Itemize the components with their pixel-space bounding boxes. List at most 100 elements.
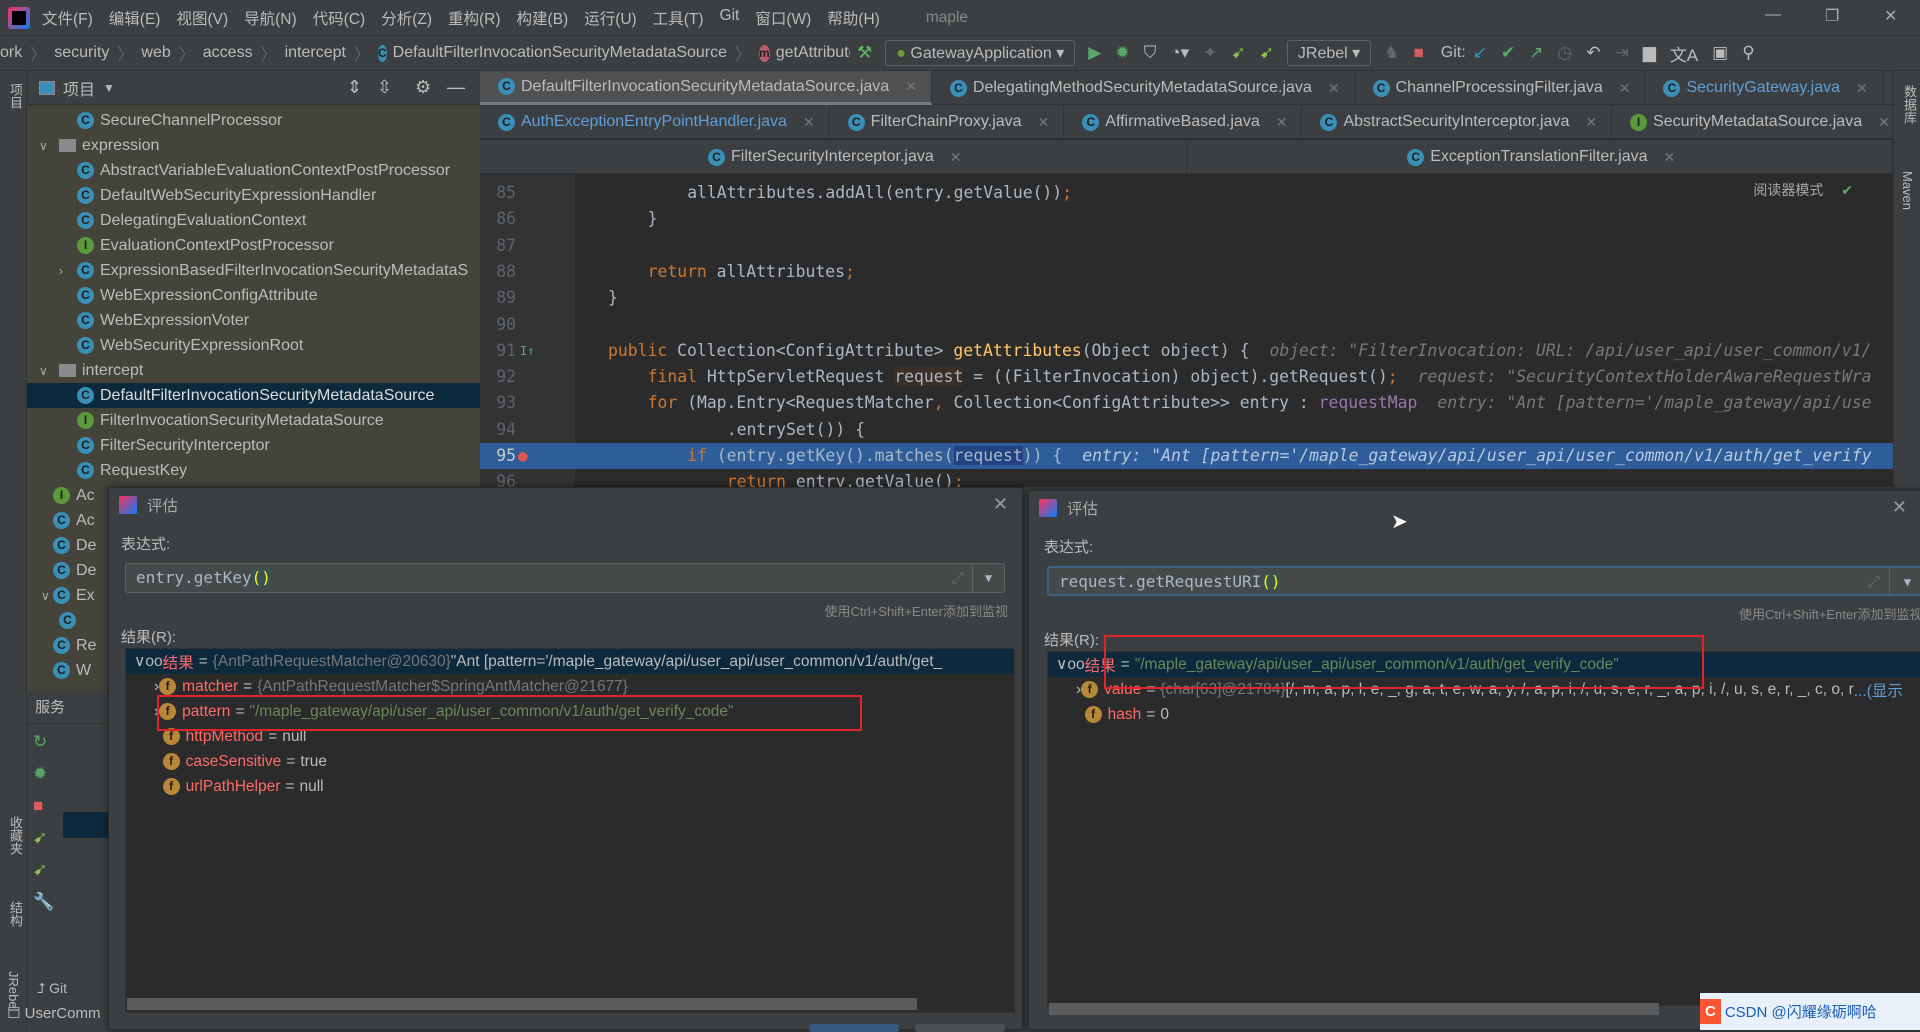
minimize-icon[interactable]: — bbox=[1765, 6, 1781, 24]
expression-input[interactable]: request.getRequestURI() ⤢ ▼ bbox=[1047, 566, 1920, 596]
editor-tab[interactable]: C ChannelProcessingFilter.java ✕ bbox=[1355, 71, 1646, 105]
expand-icon[interactable]: ⤢ bbox=[951, 564, 964, 592]
history-dropdown-icon[interactable]: ▼ bbox=[972, 564, 1004, 592]
editor-tab[interactable]: I SecurityMetadataSource.java ✕ bbox=[1612, 105, 1905, 139]
jrebel-dropdown[interactable]: JRebel ▾ bbox=[1286, 40, 1372, 66]
result-row[interactable]: f hash = 0 bbox=[1048, 702, 1920, 727]
hide-panel-icon[interactable]: — bbox=[447, 77, 465, 98]
code-line[interactable]: 89} bbox=[480, 285, 1893, 311]
git-update-icon[interactable]: ↙ bbox=[1473, 43, 1487, 63]
tab-close-icon[interactable]: ✕ bbox=[1856, 80, 1868, 97]
editor-tab[interactable]: C FilterSecurityInterceptor.java ✕ bbox=[480, 140, 1187, 174]
tree-item[interactable]: I FilterInvocationSecurityMetadataSource bbox=[27, 408, 480, 433]
menu-item[interactable]: 分析(Z) bbox=[381, 7, 432, 29]
expression-input[interactable]: entry.getKey() ⤢ ▼ bbox=[125, 563, 1005, 593]
menu-item[interactable]: 代码(C) bbox=[313, 7, 366, 29]
search-icon[interactable]: ⚲ bbox=[1742, 43, 1754, 63]
menu-item[interactable]: 帮助(H) bbox=[827, 7, 880, 29]
tab-close-icon[interactable]: ✕ bbox=[803, 114, 815, 131]
profile-icon[interactable]: ◔▾ bbox=[1170, 43, 1189, 63]
tree-item[interactable]: C DelegatingEvaluationContext bbox=[27, 208, 480, 233]
result-row[interactable]: f caseSensitive = true bbox=[126, 749, 1014, 774]
code-area[interactable]: 阅读器模式 ✔ 85 allAttributes.addAll(entry.get… bbox=[480, 174, 1893, 487]
wrench-icon[interactable]: 🔧 bbox=[33, 892, 54, 912]
breakpoint-icon[interactable]: ● bbox=[518, 443, 528, 469]
horizontal-scrollbar[interactable] bbox=[127, 998, 917, 1010]
breadcrumb-item[interactable]: ork bbox=[0, 44, 22, 62]
maven-tool-button[interactable]: Maven bbox=[1900, 171, 1915, 210]
menu-item[interactable]: 运行(U) bbox=[584, 7, 637, 29]
tree-item[interactable]: C WebSecurityExpressionRoot bbox=[27, 333, 480, 358]
git-push-icon[interactable]: ↗ bbox=[1529, 43, 1543, 63]
chevron-down-icon[interactable]: ∨ bbox=[1056, 655, 1067, 674]
translate-icon[interactable]: 文A bbox=[1670, 41, 1698, 66]
result-row[interactable]: f urlPathHelper = null bbox=[126, 774, 1014, 799]
editor-tab[interactable]: C FilterChainProxy.java ✕ bbox=[830, 105, 1065, 139]
project-panel-title[interactable]: 项目 bbox=[63, 76, 95, 100]
tab-close-icon[interactable]: ✕ bbox=[1585, 114, 1597, 131]
jrebel-debug-icon[interactable]: ➹ bbox=[1260, 43, 1274, 63]
breadcrumb-item[interactable]: intercept bbox=[285, 44, 346, 62]
rollback-icon[interactable]: ↶ bbox=[1586, 43, 1600, 63]
code-line[interactable]: 90 bbox=[480, 312, 1893, 338]
breadcrumb-item[interactable]: web bbox=[141, 44, 170, 62]
chevron-down-icon[interactable]: ∨ bbox=[134, 652, 145, 671]
jrebel-run-icon[interactable]: ➹ bbox=[1231, 43, 1245, 63]
project-tool-button[interactable]: 项目 bbox=[6, 83, 25, 109]
jrebel-run-service-icon[interactable]: ➹ bbox=[33, 828, 54, 848]
close-icon[interactable]: ✕ bbox=[1892, 497, 1907, 518]
chevron-down-icon[interactable]: ∨ bbox=[41, 589, 50, 603]
tree-item[interactable]: C DefaultWebSecurityExpressionHandler bbox=[27, 183, 480, 208]
tree-item[interactable]: C DefaultFilterInvocationSecurityMetadata… bbox=[27, 383, 480, 408]
tab-close-icon[interactable]: ✕ bbox=[1038, 114, 1050, 131]
jrebel-sync-icon[interactable]: ♞ bbox=[1384, 43, 1399, 63]
breadcrumb-item[interactable]: access bbox=[203, 44, 253, 62]
close-icon[interactable]: ✕ bbox=[993, 494, 1008, 515]
coverage-icon[interactable]: ⛉ bbox=[1144, 43, 1157, 63]
menu-item[interactable]: 视图(V) bbox=[176, 7, 228, 29]
attach-icon[interactable]: ✦ bbox=[1203, 43, 1217, 63]
tab-close-icon[interactable]: ✕ bbox=[1619, 80, 1631, 97]
menu-item[interactable]: 窗口(W) bbox=[755, 7, 811, 29]
editor-tab[interactable]: C AuthExceptionEntryPointHandler.java ✕ bbox=[480, 105, 830, 139]
menu-item[interactable]: 构建(B) bbox=[517, 7, 569, 29]
code-line[interactable]: 85 allAttributes.addAll(entry.getValue())… bbox=[480, 180, 1893, 206]
git-commit-icon[interactable]: ✔ bbox=[1501, 43, 1515, 63]
editor-tab[interactable]: C AbstractSecurityInterceptor.java ✕ bbox=[1302, 105, 1613, 139]
tree-item[interactable]: C WebExpressionVoter bbox=[27, 308, 480, 333]
tab-close-icon[interactable]: ✕ bbox=[905, 78, 917, 95]
menu-item[interactable]: 工具(T) bbox=[653, 7, 704, 29]
tab-close-icon[interactable]: ✕ bbox=[1276, 114, 1288, 131]
editor-tab[interactable]: C DelegatingMethodSecurityMetadataSource.… bbox=[932, 71, 1355, 105]
rerun-icon[interactable]: ↻ bbox=[33, 732, 54, 752]
tree-item[interactable]: C AbstractVariableEvaluationContextPostPr… bbox=[27, 158, 480, 183]
tree-item[interactable]: C SecureChannelProcessor bbox=[27, 108, 480, 133]
structure-tool-button[interactable]: 结构 bbox=[6, 901, 25, 927]
close-window-icon[interactable]: ✕ bbox=[1884, 6, 1897, 26]
service-selected-row[interactable] bbox=[63, 812, 108, 838]
database-tool-button[interactable]: 数据库 bbox=[1900, 85, 1919, 124]
debug-icon[interactable]: ✹ bbox=[1115, 43, 1129, 63]
chevron-down-icon[interactable]: ∨ bbox=[39, 364, 48, 378]
evaluate-button[interactable] bbox=[809, 1024, 899, 1032]
tree-item[interactable]: C FilterSecurityInterceptor bbox=[27, 433, 480, 458]
tree-item[interactable]: C WebExpressionConfigAttribute bbox=[27, 283, 480, 308]
dialog-title-bar[interactable]: 评估 bbox=[109, 488, 1022, 521]
menu-item[interactable]: 导航(N) bbox=[244, 7, 297, 29]
history-dropdown-icon[interactable]: ▼ bbox=[1889, 568, 1920, 596]
expand-all-icon[interactable]: ⇕ bbox=[347, 77, 362, 98]
editor-tab[interactable]: C SecurityGateway.java ✕ bbox=[1645, 71, 1883, 105]
jrebel-debug-service-icon[interactable]: ➹ bbox=[33, 860, 54, 880]
menu-item[interactable]: 文件(F) bbox=[42, 7, 93, 29]
tab-close-icon[interactable]: ✕ bbox=[1328, 80, 1340, 97]
stop-service-icon[interactable]: ■ bbox=[33, 796, 54, 816]
tree-item[interactable]: C RequestKey bbox=[27, 458, 480, 483]
project-structure-icon[interactable]: ▆ bbox=[1643, 43, 1656, 63]
close-button[interactable] bbox=[915, 1024, 1005, 1032]
code-line[interactable]: 92 final HttpServletRequest request = ((F… bbox=[480, 364, 1893, 390]
editor-tab[interactable]: C ExceptionTranslationFilter.java ✕ bbox=[1187, 140, 1893, 174]
tab-close-icon[interactable]: ✕ bbox=[1664, 149, 1676, 166]
horizontal-scrollbar[interactable] bbox=[1049, 1003, 1659, 1015]
gear-icon[interactable]: ⚙ bbox=[415, 77, 431, 98]
code-line[interactable]: 94 .entrySet()) { bbox=[480, 417, 1893, 443]
